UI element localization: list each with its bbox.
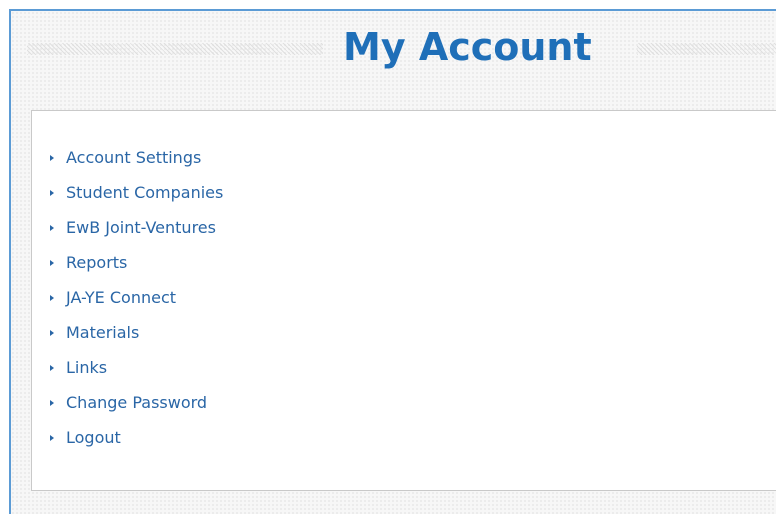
account-menu: Account Settings Student Companies EwB J…: [32, 111, 776, 455]
triangle-right-icon: [50, 189, 54, 196]
menu-item-change-password[interactable]: Change Password: [50, 385, 776, 420]
menu-item-logout[interactable]: Logout: [50, 420, 776, 455]
menu-item-ja-ye-connect[interactable]: JA-YE Connect: [50, 280, 776, 315]
triangle-right-icon: [50, 259, 54, 266]
page-title: My Account: [343, 25, 592, 69]
triangle-right-icon: [50, 434, 54, 441]
menu-item-label[interactable]: Account Settings: [66, 148, 201, 167]
menu-item-label[interactable]: Logout: [66, 428, 121, 447]
menu-item-label[interactable]: Reports: [66, 253, 127, 272]
menu-item-links[interactable]: Links: [50, 350, 776, 385]
menu-item-account-settings[interactable]: Account Settings: [50, 140, 776, 175]
triangle-right-icon: [50, 329, 54, 336]
menu-item-label[interactable]: Change Password: [66, 393, 207, 412]
triangle-right-icon: [50, 154, 54, 161]
account-menu-panel: Account Settings Student Companies EwB J…: [31, 110, 776, 491]
menu-item-student-companies[interactable]: Student Companies: [50, 175, 776, 210]
menu-item-label[interactable]: Links: [66, 358, 107, 377]
triangle-right-icon: [50, 294, 54, 301]
triangle-right-icon: [50, 364, 54, 371]
menu-item-ewb-joint-ventures[interactable]: EwB Joint-Ventures: [50, 210, 776, 245]
menu-item-label[interactable]: JA-YE Connect: [66, 288, 176, 307]
menu-item-materials[interactable]: Materials: [50, 315, 776, 350]
menu-item-label[interactable]: Student Companies: [66, 183, 223, 202]
menu-item-label[interactable]: EwB Joint-Ventures: [66, 218, 216, 237]
menu-item-label[interactable]: Materials: [66, 323, 139, 342]
header-decoration-right: [637, 43, 776, 55]
page-header: My Account: [11, 11, 776, 83]
triangle-right-icon: [50, 224, 54, 231]
account-page: My Account Account Settings Student Comp…: [9, 9, 776, 514]
triangle-right-icon: [50, 399, 54, 406]
menu-item-reports[interactable]: Reports: [50, 245, 776, 280]
